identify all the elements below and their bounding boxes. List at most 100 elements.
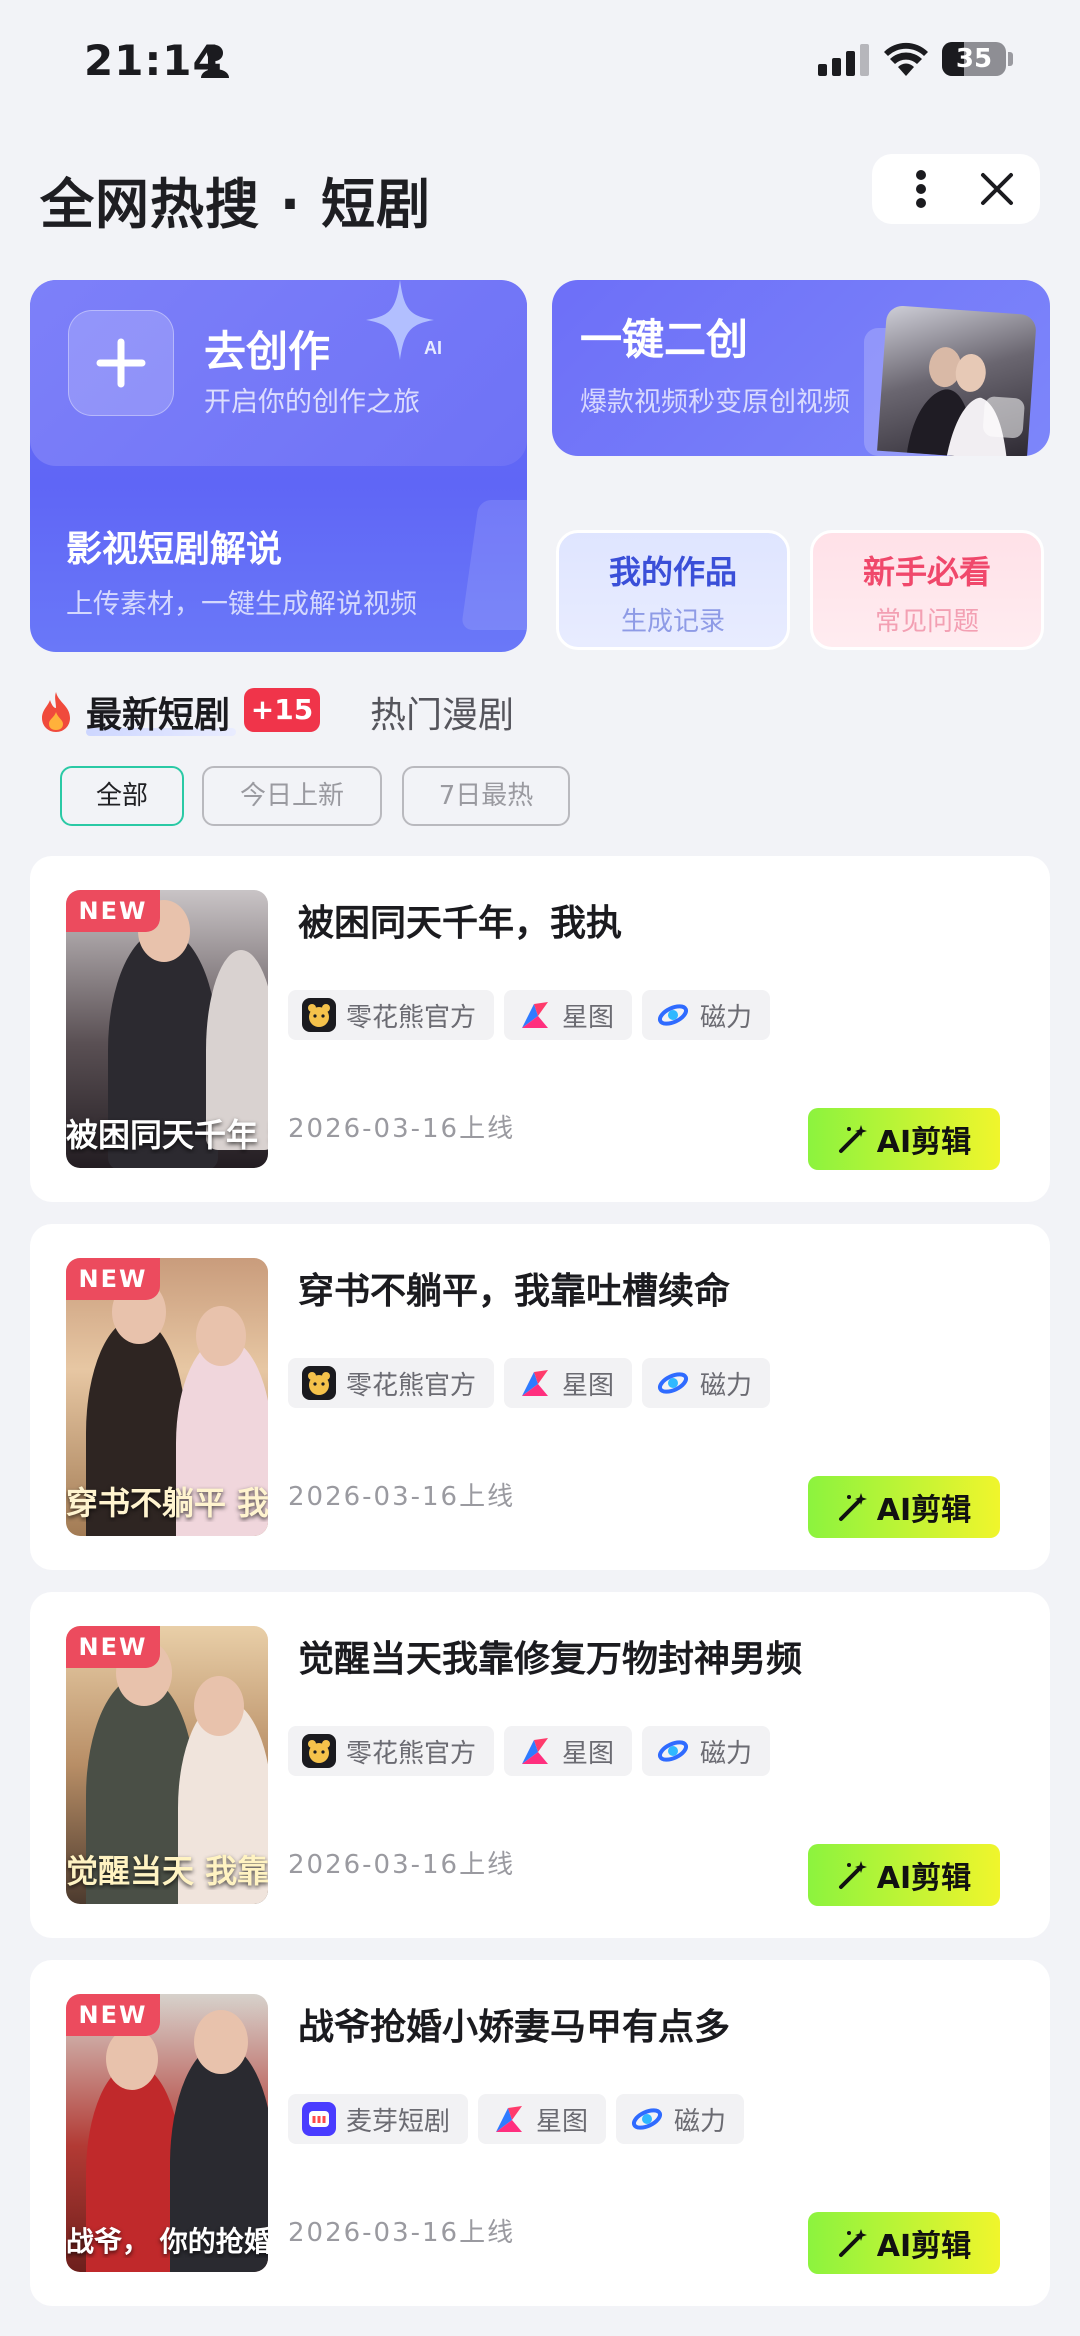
tag-label: 零花熊官方: [346, 1002, 477, 1033]
drama-card[interactable]: 穿书不躺平 我靠吐槽续命 NEW 穿书不躺平，我靠吐槽续命 零花熊官方 星图: [30, 1224, 1050, 1570]
tag: 零花熊官方: [288, 1358, 495, 1408]
magic-wand-icon: [838, 1125, 867, 1153]
drama-card[interactable]: 战爷， 你的抢婚小娇妻 马甲有点多 NEW 战爷抢婚小娇妻马甲有点多 麦芽短剧 …: [30, 1960, 1050, 2306]
tag-label: 星图: [562, 1002, 615, 1033]
tag-list: 麦芽短剧 星图 磁力: [288, 2094, 745, 2144]
drama-poster[interactable]: 觉醒当天 我靠修复 NEW: [66, 1626, 268, 1904]
filter-7day-hot[interactable]: 7日最热: [402, 766, 570, 826]
xingtu-logo-icon: [518, 1366, 552, 1400]
status-bar: 21:14 35: [0, 0, 1080, 120]
battery-indicator: 35: [942, 42, 1006, 76]
plus-button[interactable]: [68, 310, 174, 416]
drama-title[interactable]: 觉醒当天我靠修复万物封神男频: [298, 1630, 802, 1682]
tag: 磁力: [616, 2094, 745, 2144]
filter-today-new[interactable]: 今日上新: [202, 766, 382, 826]
header-actions: [872, 154, 1040, 224]
release-date: 2026-03-16上线: [288, 2218, 516, 2248]
ai-edit-button[interactable]: AI剪辑: [808, 2212, 1000, 2274]
wifi-icon: [884, 42, 928, 76]
guide-card[interactable]: 新手必看 常见问题: [810, 530, 1044, 650]
drama-title[interactable]: 战爷抢婚小娇妻马甲有点多: [298, 1998, 730, 2050]
tag-label: 磁力: [700, 1370, 753, 1401]
new-badge: NEW: [66, 890, 160, 932]
new-badge: NEW: [66, 1994, 160, 2036]
poster-caption: 觉醒当天 我靠修复: [66, 1852, 268, 1890]
xingtu-logo-icon: [492, 2102, 526, 2136]
drama-poster[interactable]: 被困同天千年 我执棋定乾坤 NEW: [66, 890, 268, 1168]
play-icon: [982, 395, 1026, 439]
my-works-title: 我的作品: [608, 553, 737, 591]
tag: 麦芽短剧: [288, 2094, 469, 2144]
tag: 星图: [504, 990, 633, 1040]
release-date: 2026-03-16上线: [288, 1850, 516, 1880]
magic-wand-icon: [838, 1493, 867, 1521]
filter-all[interactable]: 全部: [60, 766, 184, 826]
bear-logo-icon: [302, 998, 336, 1032]
tag-label: 星图: [562, 1370, 615, 1401]
tag: 零花熊官方: [288, 990, 495, 1040]
tab-latest[interactable]: 最新短剧: [86, 686, 230, 738]
release-date: 2026-03-16上线: [288, 1114, 516, 1144]
tag-label: 磁力: [700, 1738, 753, 1769]
tag-label: 星图: [562, 1738, 615, 1769]
ai-sparkle-icon: AI: [366, 280, 442, 360]
tag-list: 零花熊官方 星图 磁力: [288, 1358, 771, 1408]
tag: 磁力: [642, 1358, 771, 1408]
more-button[interactable]: [896, 166, 946, 212]
tag-label: 零花熊官方: [346, 1738, 477, 1769]
signal-icon: [818, 44, 869, 76]
create-entry[interactable]: 去创作 开启你的创作之旅 AI: [30, 280, 527, 466]
drama-card[interactable]: 觉醒当天 我靠修复 NEW 觉醒当天我靠修复万物封神男频 零花熊官方 星图: [30, 1592, 1050, 1938]
tag: 磁力: [642, 990, 771, 1040]
svg-text:AI: AI: [424, 338, 442, 358]
tag-label: 磁力: [674, 2106, 727, 2137]
poster-face: [196, 1306, 246, 1366]
ai-edit-label: AI剪辑: [876, 1125, 972, 1160]
battery-level: 35: [955, 44, 993, 74]
remix-card[interactable]: 一键二创 爆款视频秒变原创视频: [552, 280, 1050, 456]
remix-thumbnail: [877, 304, 1037, 456]
ai-edit-button[interactable]: AI剪辑: [808, 1476, 1000, 1538]
plus-icon: [96, 338, 146, 388]
create-card: 去创作 开启你的创作之旅 AI 影视短剧解说 上传素材，一键生成解说视频: [30, 280, 527, 652]
explain-title[interactable]: 影视短剧解说: [66, 520, 282, 572]
bear-logo-icon: [302, 1366, 336, 1400]
cili-logo-icon: [656, 998, 690, 1032]
new-count-badge: +15: [244, 688, 320, 732]
drama-poster[interactable]: 战爷， 你的抢婚小娇妻 马甲有点多 NEW: [66, 1994, 268, 2272]
drama-title[interactable]: 穿书不躺平，我靠吐槽续命: [298, 1262, 730, 1314]
cili-logo-icon: [656, 1734, 690, 1768]
magic-wand-icon: [838, 1861, 867, 1889]
poster-face: [194, 1676, 244, 1736]
my-works-card[interactable]: 我的作品 生成记录: [556, 530, 790, 650]
poster-caption: 穿书不躺平 我靠吐槽续命: [66, 1484, 268, 1522]
xingtu-logo-icon: [518, 998, 552, 1032]
cili-logo-icon: [630, 2102, 664, 2136]
more-vertical-icon: [916, 170, 926, 208]
guide-subtitle: 常见问题: [874, 607, 979, 637]
poster-caption: 被困同天千年 我执棋定乾坤: [66, 1116, 268, 1154]
remix-subtitle: 爆款视频秒变原创视频: [580, 387, 850, 418]
tab-hot-comics[interactable]: 热门漫剧: [370, 686, 514, 738]
fire-icon: [42, 692, 70, 732]
tag: 零花熊官方: [288, 1726, 495, 1776]
tag: 星图: [504, 1358, 633, 1408]
tag-label: 磁力: [700, 1002, 753, 1033]
new-badge: NEW: [66, 1258, 160, 1300]
release-date: 2026-03-16上线: [288, 1482, 516, 1512]
ai-edit-button[interactable]: AI剪辑: [808, 1108, 1000, 1170]
ai-edit-label: AI剪辑: [876, 2229, 972, 2264]
xingtu-logo-icon: [518, 1734, 552, 1768]
battery-cap: [1008, 52, 1013, 66]
poster-face: [106, 2028, 158, 2090]
drama-poster[interactable]: 穿书不躺平 我靠吐槽续命 NEW: [66, 1258, 268, 1536]
drama-title[interactable]: 被困同天千年，我执: [298, 894, 622, 946]
drama-card[interactable]: 被困同天千年 我执棋定乾坤 NEW 被困同天千年，我执 零花熊官方 星图: [30, 856, 1050, 1202]
guide-title: 新手必看: [862, 553, 991, 591]
ai-edit-button[interactable]: AI剪辑: [808, 1844, 1000, 1906]
maiya-logo-icon: [302, 2102, 336, 2136]
tag-list: 零花熊官方 星图 磁力: [288, 1726, 771, 1776]
tag: 磁力: [642, 1726, 771, 1776]
tag: 星图: [478, 2094, 607, 2144]
close-button[interactable]: [972, 166, 1022, 212]
